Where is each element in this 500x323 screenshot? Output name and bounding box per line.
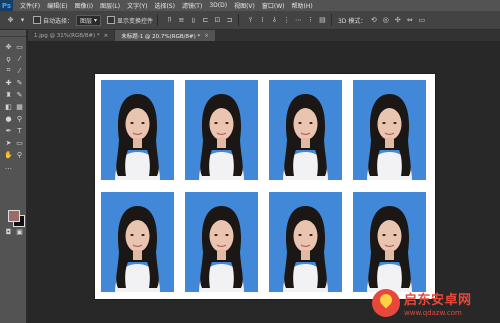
document-tab-bar: 1.jpg @ 31%(RGB/8#) * × 未标题-1 @ 20.7%(RG…	[28, 30, 500, 41]
watermark-logo-icon	[372, 289, 400, 317]
watermark: 启东安卓网 www.qdazw.com	[372, 283, 500, 323]
more-tools-icon[interactable]: …	[4, 162, 13, 171]
menu-select[interactable]: 选择(S)	[154, 1, 175, 10]
menu-image[interactable]: 图像(I)	[75, 1, 93, 10]
id-photo[interactable]	[353, 192, 426, 292]
auto-select-dropdown[interactable]: 图层 ▾	[76, 14, 101, 26]
eyedropper-icon[interactable]: ⁄	[15, 66, 24, 75]
tools-panel: ✥ ▭ ϙ ⁄ ⌗ ⁄ ✚ ✎ ♜ ✎ ◧ ▦ ● ⚲ ✒ T ➤ ▭ ✋ ⚲ …	[0, 30, 27, 323]
auto-select-checkbox[interactable]	[33, 16, 41, 24]
align-bottom-icon[interactable]: ⫫	[189, 16, 198, 25]
hand-tool-icon[interactable]: ✋	[4, 150, 13, 159]
blur-tool-icon[interactable]: ●	[4, 114, 13, 123]
id-photo[interactable]	[269, 80, 342, 180]
id-photo[interactable]	[185, 192, 258, 292]
menu-3d[interactable]: 3D(D)	[209, 2, 227, 9]
divider	[237, 14, 239, 26]
align-left-icon[interactable]: ⊏	[201, 16, 210, 25]
screen-mode-icon[interactable]: ▣	[15, 227, 24, 236]
document-canvas[interactable]	[95, 74, 435, 299]
auto-align-icon[interactable]: ▤	[318, 16, 327, 25]
menu-filter[interactable]: 滤镜(T)	[182, 1, 202, 10]
tab-untitled-1[interactable]: 未标题-1 @ 20.7%(RGB/8#) * ×	[115, 30, 215, 41]
3d-mode-label: 3D 模式：	[337, 17, 367, 25]
3d-roll-icon[interactable]: ◎	[381, 16, 390, 25]
align-middle-icon[interactable]: ≡	[177, 16, 186, 25]
menu-view[interactable]: 视图(V)	[234, 1, 255, 10]
id-photo[interactable]	[353, 80, 426, 180]
watermark-url: www.qdazw.com	[404, 309, 462, 317]
tab-label: 未标题-1 @ 20.7%(RGB/8#) *	[121, 33, 201, 40]
chevron-down-icon[interactable]: ▾	[18, 16, 27, 25]
transform-controls-label: 显示变换控件	[116, 17, 153, 25]
id-photo[interactable]	[269, 192, 342, 292]
close-icon[interactable]: ×	[204, 33, 209, 39]
eraser-icon[interactable]: ◧	[4, 102, 13, 111]
dodge-tool-icon[interactable]: ⚲	[15, 114, 24, 123]
clone-stamp-icon[interactable]: ♜	[4, 90, 13, 99]
menu-file[interactable]: 文件(F)	[20, 1, 40, 10]
distribute-center-icon[interactable]: ⋯	[294, 16, 303, 25]
align-center-icon[interactable]: ⊡	[213, 16, 222, 25]
move-tool-icon[interactable]: ✥	[4, 42, 13, 51]
tab-label: 1.jpg @ 31%(RGB/8#) *	[34, 32, 100, 39]
align-right-icon[interactable]: ⊐	[225, 16, 234, 25]
menu-layer[interactable]: 图层(L)	[100, 1, 120, 10]
brush-tool-icon[interactable]: ✎	[15, 78, 24, 87]
foreground-color-swatch[interactable]	[8, 210, 20, 222]
options-bar: ✥ ▾ 自动选择： 图层 ▾ 显示变换控件 ⫪ ≡ ⫫ ⊏ ⊡ ⊐ ⫯ ⁞ ⫰ …	[0, 11, 500, 30]
path-select-icon[interactable]: ➤	[4, 138, 13, 147]
distribute-top-icon[interactable]: ⫯	[246, 16, 255, 25]
distribute-right-icon[interactable]: ⁝	[306, 16, 315, 25]
photoshop-logo: Ps	[0, 0, 13, 11]
zoom-tool-icon[interactable]: ⚲	[15, 150, 24, 159]
3d-slide-icon[interactable]: ⇔	[405, 16, 414, 25]
distribute-middle-icon[interactable]: ⁞	[258, 16, 267, 25]
distribute-left-icon[interactable]: ⋮	[282, 16, 291, 25]
quick-mask-icon[interactable]: ◘	[4, 227, 13, 236]
id-photo[interactable]	[185, 80, 258, 180]
menu-type[interactable]: 文字(Y)	[127, 1, 147, 10]
rectangle-tool-icon[interactable]: ▭	[15, 138, 24, 147]
menu-window[interactable]: 窗口(W)	[262, 1, 285, 10]
close-icon[interactable]: ×	[104, 33, 109, 39]
3d-drag-icon[interactable]: ✣	[393, 16, 402, 25]
3d-rotate-icon[interactable]: ⟲	[369, 16, 378, 25]
menu-bar: Ps 文件(F) 编辑(E) 图像(I) 图层(L) 文字(Y) 选择(S) 滤…	[0, 0, 500, 11]
auto-select-value: 图层	[80, 17, 93, 25]
divider	[156, 14, 158, 26]
divider	[330, 14, 332, 26]
marquee-tool-icon[interactable]: ▭	[15, 42, 24, 51]
tab-1-jpg[interactable]: 1.jpg @ 31%(RGB/8#) * ×	[28, 30, 115, 41]
menu-help[interactable]: 帮助(H)	[292, 1, 313, 10]
watermark-title: 启东安卓网	[404, 293, 472, 308]
menu-edit[interactable]: 编辑(E)	[47, 1, 67, 10]
pen-tool-icon[interactable]: ✒	[4, 126, 13, 135]
lasso-tool-icon[interactable]: ϙ	[4, 54, 13, 63]
id-photo[interactable]	[101, 192, 174, 292]
align-top-icon[interactable]: ⫪	[165, 16, 174, 25]
healing-brush-icon[interactable]: ✚	[4, 78, 13, 87]
history-brush-icon[interactable]: ✎	[15, 90, 24, 99]
move-tool-icon[interactable]: ✥	[6, 16, 15, 25]
id-photo[interactable]	[101, 80, 174, 180]
magic-wand-icon[interactable]: ⁄	[15, 54, 24, 63]
transform-controls-checkbox[interactable]	[106, 16, 115, 24]
panel-grip[interactable]	[0, 30, 26, 37]
auto-select-label: 自动选择：	[43, 17, 74, 25]
gradient-tool-icon[interactable]: ▦	[15, 102, 24, 111]
type-tool-icon[interactable]: T	[15, 126, 24, 135]
3d-scale-icon[interactable]: ▭	[417, 16, 426, 25]
crop-tool-icon[interactable]: ⌗	[4, 66, 13, 75]
distribute-bottom-icon[interactable]: ⫰	[270, 16, 279, 25]
